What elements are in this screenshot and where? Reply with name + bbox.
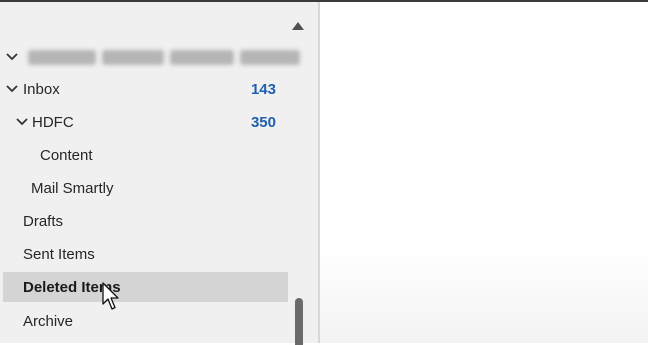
reading-pane-shade <box>320 248 648 343</box>
folder-label: Inbox <box>23 80 60 98</box>
folder-pane: Inbox 143 HDFC 350 Content Mail Smartly … <box>0 2 318 345</box>
folder-label: HDFC <box>32 113 74 131</box>
unread-count: 350 <box>250 113 276 131</box>
mouse-pointer-icon <box>102 282 119 310</box>
folder-label: Mail Smartly <box>31 179 114 197</box>
account-row[interactable] <box>0 42 318 72</box>
folder-item-archive[interactable]: Archive <box>0 306 318 336</box>
folder-item-mail-smartly[interactable]: Mail Smartly <box>0 173 318 203</box>
folder-label: Content <box>40 146 93 164</box>
folder-item-hdfc[interactable]: HDFC 350 <box>0 107 318 137</box>
folder-item-drafts[interactable]: Drafts <box>0 206 318 236</box>
scroll-up-arrow-icon[interactable] <box>292 22 304 30</box>
folder-item-content[interactable]: Content <box>0 140 318 170</box>
scrollbar-thumb[interactable] <box>295 298 303 345</box>
unread-count: 143 <box>250 80 276 98</box>
folder-label: Drafts <box>23 212 64 230</box>
folder-item-deleted-items[interactable]: Deleted Items <box>3 272 288 302</box>
chevron-down-icon[interactable] <box>6 85 18 93</box>
folder-item-inbox[interactable]: Inbox 143 <box>0 74 318 104</box>
folder-label: Archive <box>23 312 74 330</box>
chevron-down-icon[interactable] <box>6 53 18 61</box>
chevron-down-icon[interactable] <box>16 118 28 126</box>
reading-pane <box>320 2 648 343</box>
account-name-blurred <box>28 49 300 65</box>
folder-label: Sent Items <box>23 245 95 263</box>
folder-item-sent-items[interactable]: Sent Items <box>0 239 318 269</box>
